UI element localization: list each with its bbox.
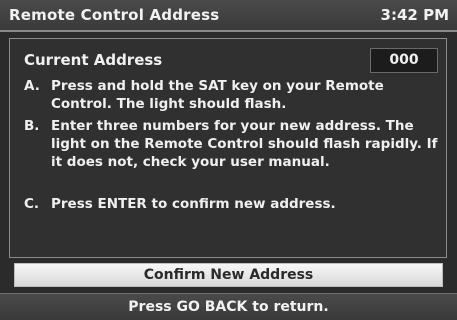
current-address-value: 000: [370, 48, 438, 73]
step-text: Press and hold the SAT key on your Remot…: [51, 78, 384, 112]
step-c: C. Press ENTER to confirm new address.: [24, 195, 439, 213]
clock: 3:42 PM: [380, 6, 449, 24]
step-text: Enter three numbers for your new address…: [51, 118, 438, 170]
confirm-new-address-button[interactable]: Confirm New Address: [14, 263, 443, 287]
step-text: Press ENTER to confirm new address.: [51, 196, 336, 212]
screen-title: Remote Control Address: [9, 6, 220, 24]
instructions-panel: Current Address 000 A. Press and hold th…: [9, 38, 447, 258]
step-letter: C.: [24, 196, 40, 212]
step-letter: B.: [24, 118, 40, 134]
go-back-hint: Press GO BACK to return.: [0, 293, 457, 320]
current-address-label: Current Address: [24, 51, 163, 69]
screen: Remote Control Address 3:42 PM Current A…: [0, 0, 457, 320]
title-bar: Remote Control Address 3:42 PM: [0, 0, 457, 32]
step-b: B. Enter three numbers for your new addr…: [24, 117, 439, 171]
step-a: A. Press and hold the SAT key on your Re…: [24, 77, 439, 113]
step-letter: A.: [24, 78, 40, 94]
